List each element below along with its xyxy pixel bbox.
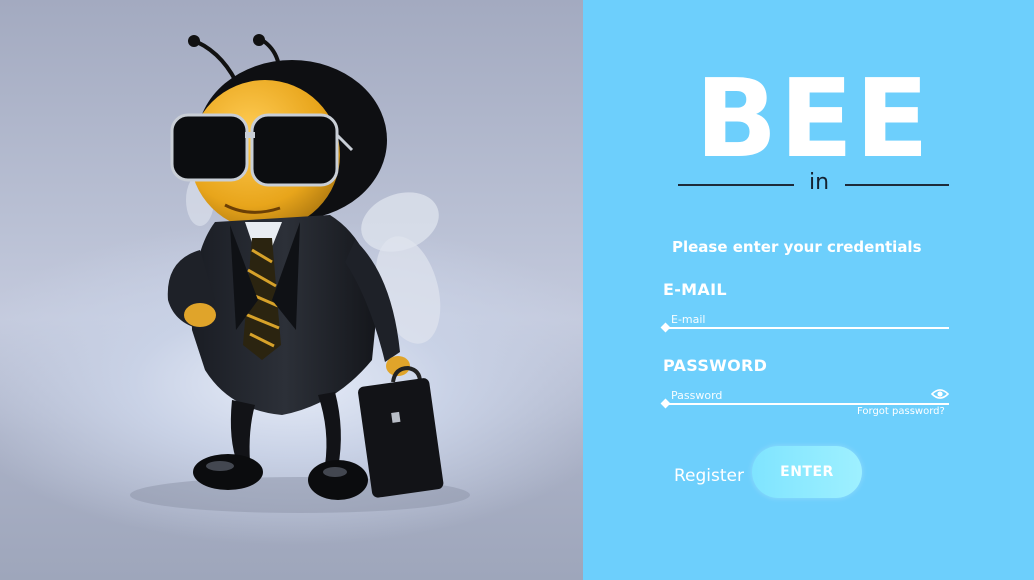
- brand-subtitle: in: [808, 170, 830, 195]
- email-label: E-MAIL: [663, 280, 727, 299]
- logo-divider-left: [678, 184, 794, 186]
- login-panel: BEE in Please enter your credentials E-M…: [583, 0, 1034, 580]
- forgot-password-link[interactable]: Forgot password?: [857, 406, 945, 417]
- password-label: PASSWORD: [663, 356, 768, 375]
- password-underline: [665, 403, 949, 405]
- password-field[interactable]: [671, 386, 921, 404]
- logo-divider-right: [845, 184, 949, 186]
- hero-illustration-panel: [0, 0, 583, 580]
- register-link[interactable]: Register: [674, 466, 744, 486]
- eye-icon[interactable]: [931, 387, 949, 401]
- email-field[interactable]: [671, 310, 921, 328]
- password-diamond-marker: [660, 398, 671, 409]
- email-underline: [665, 327, 949, 329]
- form-instructions: Please enter your credentials: [672, 238, 922, 256]
- email-field-wrapper: [660, 308, 949, 333]
- password-field-wrapper: [660, 384, 949, 409]
- enter-button[interactable]: ENTER: [752, 446, 862, 498]
- bee-businessman-illustration: [130, 34, 470, 513]
- email-diamond-marker: [660, 322, 671, 333]
- brand-logo: BEE: [695, 57, 931, 182]
